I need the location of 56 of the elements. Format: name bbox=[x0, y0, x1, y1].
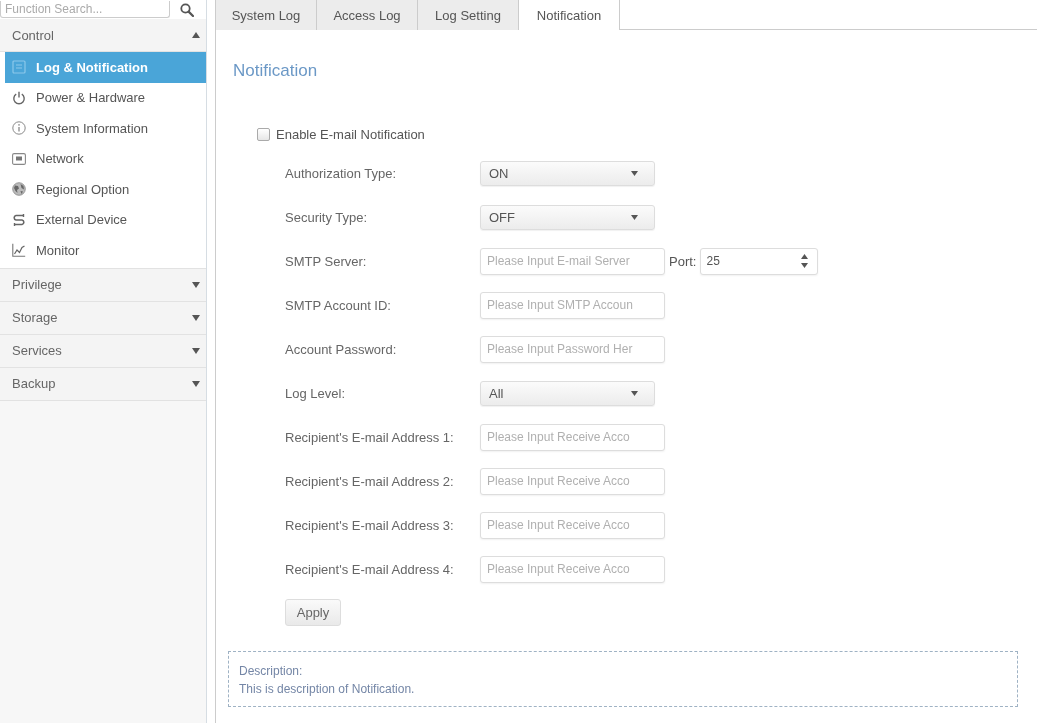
tab[interactable]: Log Setting bbox=[418, 0, 519, 30]
text-field[interactable]: Please Input Receive Acco bbox=[480, 423, 665, 451]
power-icon bbox=[12, 90, 26, 105]
field-label: Security Type: bbox=[285, 209, 369, 225]
text-field[interactable]: Please Input Password Her bbox=[480, 335, 665, 363]
number-field[interactable]: 25 bbox=[700, 247, 819, 275]
expand-arrow-icon bbox=[192, 314, 200, 321]
apply-button[interactable]: Apply bbox=[285, 599, 341, 626]
line-chart-icon bbox=[12, 243, 26, 258]
document-icon bbox=[12, 60, 26, 75]
dropdown[interactable]: OFF bbox=[480, 204, 655, 230]
stepper-arrows-icon[interactable] bbox=[801, 254, 809, 268]
description-text: This is description of Notification. bbox=[239, 681, 416, 698]
sidebar-item[interactable]: External Device bbox=[5, 204, 206, 235]
field-label: Recipient's E-mail Address 1: bbox=[285, 429, 455, 445]
tab[interactable]: Notification bbox=[519, 0, 620, 30]
info-icon bbox=[12, 121, 26, 136]
field-label: Recipient's E-mail Address 2: bbox=[285, 473, 455, 489]
field-label: Account Password: bbox=[285, 341, 398, 357]
sidebar-item[interactable]: System Information bbox=[5, 113, 206, 144]
sidebar-item[interactable]: Power & Hardware bbox=[5, 82, 206, 113]
expand-arrow-icon bbox=[192, 281, 200, 288]
globe-icon bbox=[12, 182, 26, 197]
sidebar-item[interactable]: Monitor bbox=[5, 235, 206, 266]
sidebar-item[interactable]: Regional Option bbox=[5, 174, 206, 205]
tab[interactable]: System Log bbox=[216, 0, 317, 30]
screen-icon bbox=[12, 151, 26, 166]
text-field[interactable]: Please Input E-mail Server bbox=[480, 247, 665, 275]
search-icon[interactable] bbox=[180, 2, 194, 17]
tab[interactable]: Access Log bbox=[317, 0, 418, 30]
collapse-arrow-icon bbox=[192, 32, 200, 38]
text-field[interactable]: Please Input Receive Acco bbox=[480, 511, 665, 539]
search-field[interactable]: Function Search... bbox=[0, 1, 170, 18]
caret-icon bbox=[631, 214, 638, 220]
text-field[interactable]: Please Input Receive Acco bbox=[480, 555, 665, 583]
field-label: SMTP Server: bbox=[285, 253, 368, 269]
expand-arrow-icon bbox=[192, 380, 200, 387]
field-label: Log Level: bbox=[285, 385, 346, 401]
caret-icon bbox=[631, 170, 638, 176]
section-title: Notification bbox=[233, 61, 318, 81]
field-label: Recipient's E-mail Address 4: bbox=[285, 561, 455, 577]
checkbox[interactable] bbox=[257, 127, 270, 141]
caret-icon bbox=[631, 390, 638, 396]
dropdown[interactable]: All bbox=[480, 380, 655, 406]
field-label: Recipient's E-mail Address 3: bbox=[285, 517, 455, 533]
text-field[interactable]: Please Input SMTP Accoun bbox=[480, 291, 665, 319]
expand-arrow-icon bbox=[192, 347, 200, 354]
cable-icon bbox=[12, 212, 26, 227]
description-heading: Description: bbox=[239, 663, 304, 680]
field-label: SMTP Account ID: bbox=[285, 297, 392, 313]
text-field[interactable]: Please Input Receive Acco bbox=[480, 467, 665, 495]
sidebar-item[interactable]: Network bbox=[5, 143, 206, 174]
checkbox-label: Enable E-mail Notification bbox=[276, 126, 425, 142]
port-label: Port: bbox=[669, 253, 697, 269]
field-label: Authorization Type: bbox=[285, 165, 398, 181]
dropdown[interactable]: ON bbox=[480, 160, 655, 186]
